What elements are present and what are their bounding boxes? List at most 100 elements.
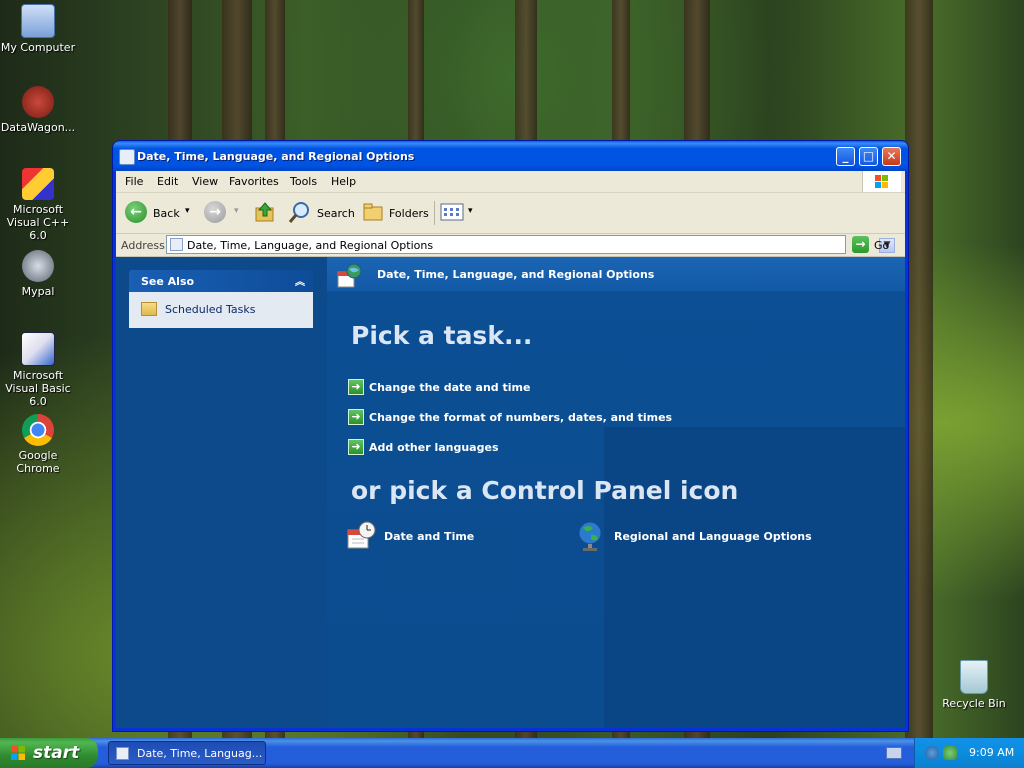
back-label: Back [153, 207, 180, 220]
desktop-icon-label: Recycle Bin [942, 697, 1006, 710]
go-arrow-icon[interactable]: → [852, 236, 869, 253]
desktop-icon-label: Google Chrome [16, 449, 60, 475]
globe-icon [578, 521, 602, 551]
up-folder-icon [255, 202, 274, 222]
minimize-icon: _ [842, 149, 849, 163]
scheduled-tasks-link[interactable]: Scheduled Tasks [165, 303, 256, 316]
menu-favorites[interactable]: Favorites [229, 175, 279, 188]
desktop-icon-label: Microsoft Visual C++ 6.0 [6, 203, 70, 242]
close-icon: ✕ [886, 149, 897, 163]
forward-dropdown-icon[interactable]: ▾ [234, 206, 239, 216]
desktop-icon-label: Mypal [21, 285, 55, 298]
back-arrow-icon: ← [125, 201, 147, 223]
views-dropdown-icon[interactable]: ▾ [468, 206, 473, 216]
see-also-header[interactable]: See Also ︽ [129, 270, 313, 292]
address-bar: Address Date, Time, Language, and Region… [116, 234, 905, 257]
visual-basic-icon [21, 332, 55, 366]
menu-help[interactable]: Help [331, 175, 356, 188]
category-header: Date, Time, Language, and Regional Optio… [327, 257, 905, 291]
desktop-icon-visual-cpp[interactable]: Microsoft Visual C++ 6.0 [0, 168, 78, 242]
views-icon [440, 203, 464, 221]
collapse-chevron-icon[interactable]: ︽ [293, 273, 307, 288]
menu-tools[interactable]: Tools [290, 175, 317, 188]
task-pane: See Also ︽ Scheduled Tasks [116, 257, 327, 728]
go-button[interactable]: Go [874, 239, 889, 252]
start-label: start [33, 743, 80, 763]
toolbar-separator [434, 201, 435, 225]
window-client: File Edit View Favorites Tools Help ← Ba… [116, 171, 905, 728]
system-tray: 9:09 AM [914, 738, 1024, 768]
tree-trunk [905, 0, 933, 740]
close-button[interactable]: ✕ [882, 147, 901, 166]
control-panel-icon [119, 149, 135, 165]
desktop-icon-label: DataWagon... [0, 121, 76, 134]
background-watermark [604, 427, 905, 728]
desktop-icon-recycle-bin[interactable]: Recycle Bin [934, 660, 1014, 710]
taskbar-window-button[interactable]: Date, Time, Languag... [108, 741, 266, 765]
control-panel-icon [116, 747, 129, 760]
computer-icon [21, 4, 55, 38]
scheduled-tasks-icon [141, 302, 157, 316]
main-pane: Date, Time, Language, and Regional Optio… [327, 257, 905, 728]
taskbar-window-label: Date, Time, Languag... [137, 747, 263, 760]
menu-bar: File Edit View Favorites Tools Help [116, 171, 905, 193]
category-title: Date, Time, Language, and Regional Optio… [377, 268, 655, 281]
search-button[interactable]: Search [288, 201, 358, 225]
menu-edit[interactable]: Edit [157, 175, 178, 188]
control-panel-window: Date, Time, Language, and Regional Optio… [113, 141, 908, 731]
see-also-panel: Scheduled Tasks [129, 292, 313, 328]
menu-view[interactable]: View [192, 175, 218, 188]
desktop-icon-google-chrome[interactable]: Google Chrome [0, 414, 78, 475]
chrome-icon [22, 414, 54, 446]
search-icon [288, 202, 309, 223]
forward-button[interactable]: → ▾ [204, 201, 244, 225]
task-label: Change the format of numbers, dates, and… [369, 411, 673, 424]
desktop-icon-label: My Computer [0, 41, 76, 54]
maximize-icon: □ [862, 149, 875, 163]
content-area: See Also ︽ Scheduled Tasks Date, Time, L… [116, 257, 905, 728]
toolbar: ← Back ▾ → ▾ Search Folders ▾ [116, 193, 905, 234]
date-time-language-icon [337, 263, 362, 288]
clock[interactable]: 9:09 AM [969, 746, 1014, 759]
forward-arrow-icon: → [204, 201, 226, 223]
maximize-button[interactable]: □ [859, 147, 878, 166]
views-button[interactable]: ▾ [440, 201, 476, 225]
keyboard-icon[interactable] [886, 747, 902, 759]
windows-flag-icon [11, 746, 25, 760]
minimize-button[interactable]: _ [836, 147, 855, 166]
arrow-right-icon: ➜ [348, 439, 364, 455]
desktop-icon-my-computer[interactable]: My Computer [0, 4, 78, 54]
search-label: Search [317, 207, 355, 220]
pick-task-heading: Pick a task... [351, 321, 533, 350]
address-input[interactable]: Date, Time, Language, and Regional Optio… [166, 235, 895, 254]
pick-icon-heading: or pick a Control Panel icon [351, 476, 739, 505]
back-button[interactable]: ← Back ▾ [125, 201, 197, 225]
folders-icon [363, 203, 383, 221]
calendar-clock-icon [347, 521, 376, 549]
arrow-right-icon: ➜ [348, 409, 364, 425]
address-label: Address [121, 239, 165, 252]
folders-label: Folders [389, 207, 429, 220]
windows-logo-icon [862, 171, 901, 192]
desktop-icon-mypal[interactable]: Mypal [0, 250, 78, 298]
desktop-icon-visual-basic[interactable]: Microsoft Visual Basic 6.0 [0, 332, 78, 408]
back-dropdown-icon[interactable]: ▾ [185, 206, 190, 216]
title-bar[interactable]: Date, Time, Language, and Regional Optio… [113, 141, 908, 171]
menu-file[interactable]: File [125, 175, 143, 188]
up-folder-button[interactable] [254, 201, 276, 225]
start-button[interactable]: start [0, 738, 98, 768]
taskbar: start Date, Time, Languag... 9:09 AM [0, 738, 1024, 768]
see-also-title: See Also [141, 275, 195, 288]
datawagon-icon [22, 86, 54, 118]
network-icon[interactable] [925, 746, 939, 760]
tray-app-icon[interactable] [943, 746, 957, 760]
desktop-icon-datawagon[interactable]: DataWagon... [0, 86, 78, 134]
recycle-bin-icon [960, 660, 988, 694]
window-title: Date, Time, Language, and Regional Optio… [137, 150, 415, 163]
control-panel-icon [170, 238, 183, 251]
task-label: Change the date and time [369, 381, 531, 394]
mypal-icon [22, 250, 54, 282]
address-value: Date, Time, Language, and Regional Optio… [187, 239, 434, 252]
folders-button[interactable]: Folders [362, 201, 429, 225]
task-label: Add other languages [369, 441, 499, 454]
